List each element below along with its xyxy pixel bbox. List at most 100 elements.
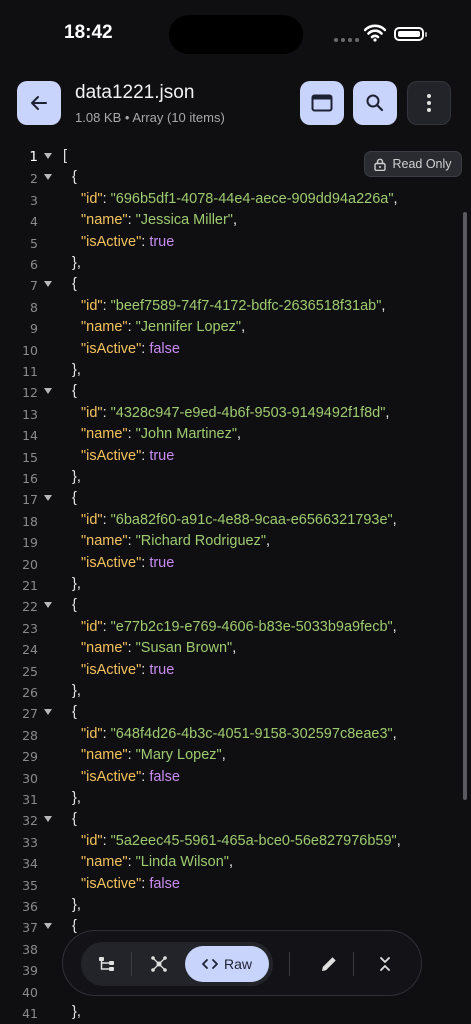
fold-toggle-icon[interactable] (44, 174, 52, 181)
line-number: 6 (30, 257, 38, 272)
token-str: "Jessica Miller" (135, 212, 233, 229)
line-number: 16 (22, 471, 38, 486)
code-text: { (72, 704, 77, 720)
code-line: 32 { (0, 810, 471, 831)
token-punc: , (237, 426, 242, 443)
graph-view-button[interactable] (137, 946, 181, 982)
code-line: 35 "isActive": false (0, 875, 471, 896)
line-number: 35 (22, 877, 38, 893)
code-line: 8 "id": "beef7589-74f7-4172-bdfc-2636518f… (0, 297, 471, 318)
code-text: "id": "696b5df1-4078-44e4-aece-909dd94a2… (81, 191, 398, 207)
line-number: 17 (22, 492, 38, 508)
token-punc: : (102, 832, 111, 849)
token-str: "Susan Brown" (135, 640, 233, 657)
code-text: }, (72, 683, 81, 699)
line-number: 2 (30, 171, 38, 187)
token-punc: : (102, 725, 111, 742)
code-text: "id": "e77b2c19-e769-4606-b83e-5033b9a9f… (81, 619, 397, 635)
code-line: 30 "isActive": false (0, 768, 471, 789)
fold-toggle-icon[interactable] (44, 816, 52, 823)
line-number: 25 (22, 663, 38, 679)
code-line: 31}, (0, 789, 471, 810)
layout-button[interactable] (300, 81, 344, 125)
token-punc: , (266, 533, 271, 550)
line-number: 34 (22, 856, 38, 872)
token-key: "isActive" (81, 875, 142, 892)
code-text: "id": "beef7589-74f7-4172-bdfc-2636518f3… (81, 298, 385, 314)
tree-view-button[interactable] (85, 946, 129, 982)
token-punc: [ (63, 148, 68, 164)
token-punc: }, (72, 469, 81, 485)
arrow-left-icon (31, 96, 47, 110)
fold-toggle-icon[interactable] (44, 281, 52, 288)
token-key: "id" (81, 618, 103, 635)
code-text: "isActive": true (81, 448, 174, 464)
fold-toggle-icon[interactable] (44, 602, 52, 609)
code-line: 11}, (0, 361, 471, 382)
code-text: "isActive": false (81, 341, 180, 357)
view-mode-segment: Raw (81, 942, 273, 986)
line-number: 21 (22, 578, 38, 593)
line-number: 8 (30, 299, 38, 315)
line-number: 32 (22, 813, 38, 829)
line-number: 41 (22, 1006, 38, 1021)
code-icon (202, 959, 218, 969)
code-text: }, (72, 897, 81, 913)
edit-button[interactable] (307, 942, 351, 986)
token-str: "696b5df1-4078-44e4-aece-909dd94a226a" (110, 190, 394, 207)
graph-view-icon (151, 956, 167, 972)
more-button[interactable] (407, 81, 451, 125)
clock: 18:42 (64, 22, 113, 43)
code-text: "isActive": true (81, 555, 174, 571)
token-punc: : (127, 533, 136, 550)
token-punc: }, (72, 362, 81, 378)
code-text: [ (63, 148, 67, 164)
divider (289, 952, 290, 976)
token-punc: , (392, 618, 397, 635)
bottom-toolbar: Raw (62, 930, 422, 996)
search-button[interactable] (353, 81, 397, 125)
wifi-icon (364, 24, 386, 42)
fold-toggle-icon[interactable] (44, 923, 52, 930)
fold-toggle-icon[interactable] (44, 153, 52, 159)
code-text: "name": "Linda Wilson", (81, 854, 233, 870)
line-number: 23 (22, 620, 38, 636)
token-punc: { (72, 704, 77, 721)
token-punc: : (127, 854, 136, 871)
code-line: 28 "id": "648f4d26-4b3c-4051-9158-302597c… (0, 725, 471, 746)
scrollbar[interactable] (463, 212, 467, 800)
token-punc: : (127, 319, 136, 336)
collapse-button[interactable] (363, 942, 407, 986)
token-punc: , (396, 832, 401, 849)
token-punc: }, (72, 790, 81, 806)
token-bool: false (149, 875, 180, 892)
line-number: 4 (30, 214, 38, 230)
back-button[interactable] (17, 81, 61, 125)
fold-toggle-icon[interactable] (44, 495, 52, 502)
line-number: 20 (22, 556, 38, 572)
line-number: 7 (30, 278, 38, 294)
token-punc: , (392, 511, 397, 528)
code-line: 26}, (0, 682, 471, 703)
json-editor[interactable]: 1 [2 {3 "id": "696b5df1-4078-44e4-aece-909d… (0, 147, 471, 1024)
code-line: 41}, (0, 1003, 471, 1024)
fold-toggle-icon[interactable] (44, 388, 52, 395)
code-line: 4 "name": "Jessica Miller", (0, 211, 471, 232)
token-punc: }, (72, 1004, 81, 1020)
fold-toggle-icon[interactable] (44, 709, 52, 716)
divider (131, 952, 132, 976)
code-line: 17 { (0, 489, 471, 510)
token-bool: true (149, 554, 175, 571)
code-line: 21}, (0, 575, 471, 596)
code-line: 27 { (0, 703, 471, 724)
raw-view-button[interactable]: Raw (185, 946, 269, 982)
line-number: 27 (22, 706, 38, 722)
token-key: "isActive" (81, 340, 142, 357)
code-text: { (72, 597, 77, 613)
line-number: 28 (22, 727, 38, 743)
line-number: 37 (22, 920, 38, 936)
token-bool: false (149, 768, 180, 785)
code-line: 12 { (0, 382, 471, 403)
token-punc: , (385, 404, 390, 421)
token-punc: { (72, 811, 77, 828)
